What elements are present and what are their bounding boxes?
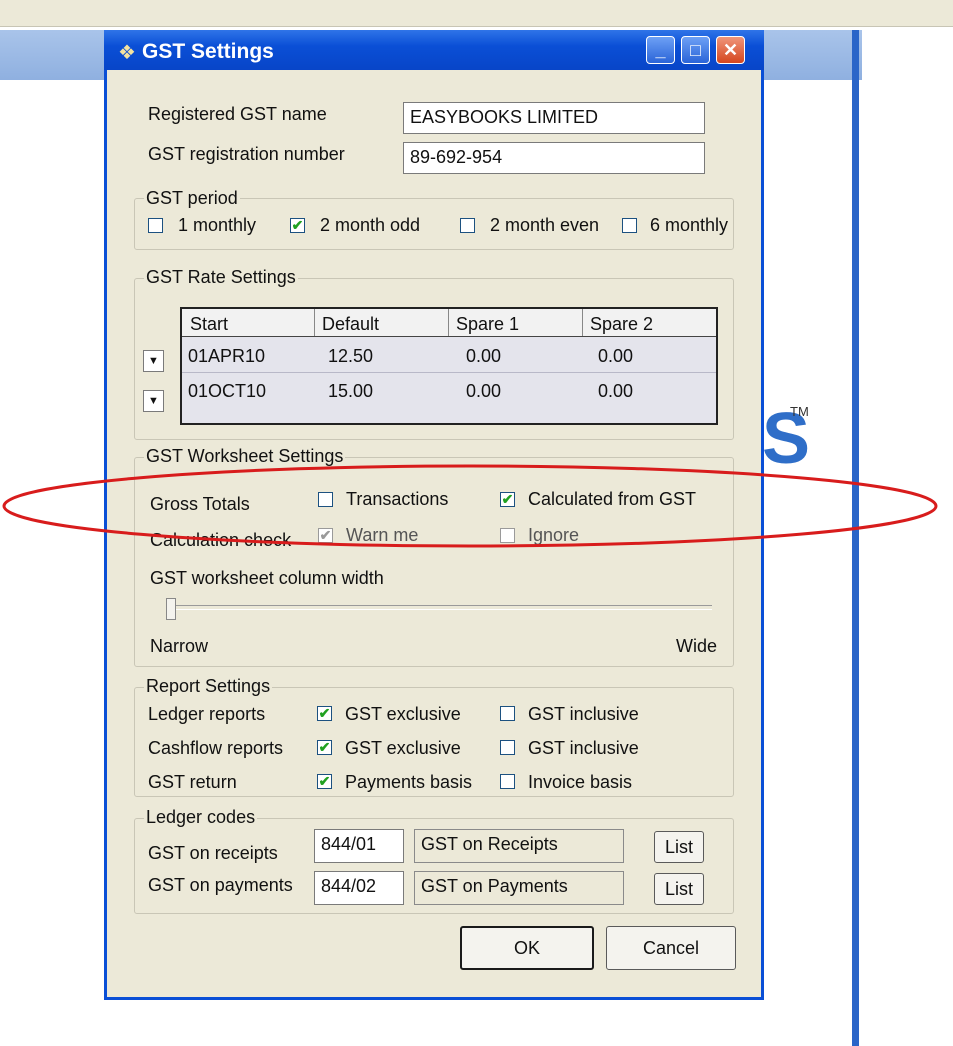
registered-name-input[interactable]: EASYBOOKS LIMITED — [403, 102, 705, 134]
background-trademark: TM — [790, 404, 809, 419]
period-2-month-odd-label: 2 month odd — [320, 215, 421, 235]
cashflow-gst-inclusive-label: GST inclusive — [528, 738, 639, 758]
payments-list-button[interactable]: List — [654, 873, 704, 905]
column-header-start[interactable]: Start — [190, 314, 228, 335]
annotation-ellipse — [2, 464, 938, 548]
column-width-label: GST worksheet column width — [150, 568, 384, 588]
column-width-slider[interactable] — [172, 605, 712, 610]
row-dropdown-button[interactable]: ▼ — [143, 350, 164, 372]
cell-start[interactable]: 01OCT10 — [188, 381, 266, 402]
payments-basis-checkbox[interactable]: ✔ — [317, 774, 332, 789]
row-dropdown-button[interactable]: ▼ — [143, 390, 164, 412]
cashflow-gst-exclusive-checkbox[interactable]: ✔ — [317, 740, 332, 755]
column-separator[interactable] — [448, 309, 449, 336]
cell-spare-1[interactable]: 0.00 — [466, 346, 501, 367]
cell-spare-2[interactable]: 0.00 — [598, 381, 633, 402]
receipts-code-input[interactable]: 844/01 — [314, 829, 404, 863]
row-divider — [182, 372, 716, 373]
wide-label: Wide — [676, 636, 718, 656]
period-2-month-even-checkbox[interactable] — [460, 218, 475, 233]
ledger-reports-label: Ledger reports — [148, 704, 266, 724]
registration-number-label: GST registration number — [148, 144, 345, 164]
registration-number-input[interactable]: 89-692-954 — [403, 142, 705, 174]
column-header-spare-2[interactable]: Spare 2 — [590, 314, 653, 335]
payments-description: GST on Payments — [414, 871, 624, 905]
column-separator[interactable] — [582, 309, 583, 336]
cell-default[interactable]: 12.50 — [328, 346, 373, 367]
ledger-gst-inclusive-checkbox[interactable] — [500, 706, 515, 721]
cell-start[interactable]: 01APR10 — [188, 346, 265, 367]
cashflow-reports-label: Cashflow reports — [148, 738, 284, 758]
report-settings-legend: Report Settings — [144, 676, 273, 697]
background-toolbar — [0, 0, 953, 27]
ledger-gst-exclusive-checkbox[interactable]: ✔ — [317, 706, 332, 721]
ok-button[interactable]: OK — [460, 926, 594, 970]
gst-on-payments-label: GST on payments — [148, 875, 293, 895]
cancel-button[interactable]: Cancel — [606, 926, 736, 970]
minimize-button[interactable]: _ — [646, 36, 675, 64]
column-width-slider-thumb[interactable] — [166, 598, 176, 620]
ledger-gst-exclusive-label: GST exclusive — [345, 704, 461, 724]
cell-spare-2[interactable]: 0.00 — [598, 346, 633, 367]
app-icon: ❖ — [118, 42, 136, 64]
gst-return-label: GST return — [148, 772, 237, 792]
invoice-basis-label: Invoice basis — [528, 772, 633, 792]
column-header-default[interactable]: Default — [322, 314, 379, 335]
column-header-spare-1[interactable]: Spare 1 — [456, 314, 519, 335]
rate-settings-legend: GST Rate Settings — [144, 267, 298, 288]
registered-name-label: Registered GST name — [148, 104, 327, 124]
receipts-description: GST on Receipts — [414, 829, 624, 863]
ledger-codes-legend: Ledger codes — [144, 807, 258, 828]
invoice-basis-checkbox[interactable] — [500, 774, 515, 789]
period-2-month-even-label: 2 month even — [490, 215, 600, 235]
period-6-monthly-checkbox[interactable] — [622, 218, 637, 233]
period-1-monthly-checkbox[interactable] — [148, 218, 163, 233]
gst-period-legend: GST period — [144, 188, 240, 209]
window-title: GST Settings — [142, 40, 274, 63]
column-separator[interactable] — [314, 309, 315, 336]
payments-basis-label: Payments basis — [345, 772, 473, 792]
period-6-monthly-label: 6 monthly — [650, 215, 729, 235]
payments-code-input[interactable]: 844/02 — [314, 871, 404, 905]
receipts-list-button[interactable]: List — [654, 831, 704, 863]
cell-default[interactable]: 15.00 — [328, 381, 373, 402]
cashflow-gst-inclusive-checkbox[interactable] — [500, 740, 515, 755]
annotation-ellipse-shape — [2, 464, 938, 548]
cashflow-gst-exclusive-label: GST exclusive — [345, 738, 461, 758]
gst-on-receipts-label: GST on receipts — [148, 843, 278, 863]
period-2-month-odd-checkbox[interactable]: ✔ — [290, 218, 305, 233]
period-1-monthly-label: 1 monthly — [178, 215, 257, 235]
narrow-label: Narrow — [150, 636, 209, 656]
close-button[interactable]: ✕ — [716, 36, 745, 64]
ledger-gst-inclusive-label: GST inclusive — [528, 704, 639, 724]
cell-spare-1[interactable]: 0.00 — [466, 381, 501, 402]
maximize-button[interactable]: □ — [681, 36, 710, 64]
